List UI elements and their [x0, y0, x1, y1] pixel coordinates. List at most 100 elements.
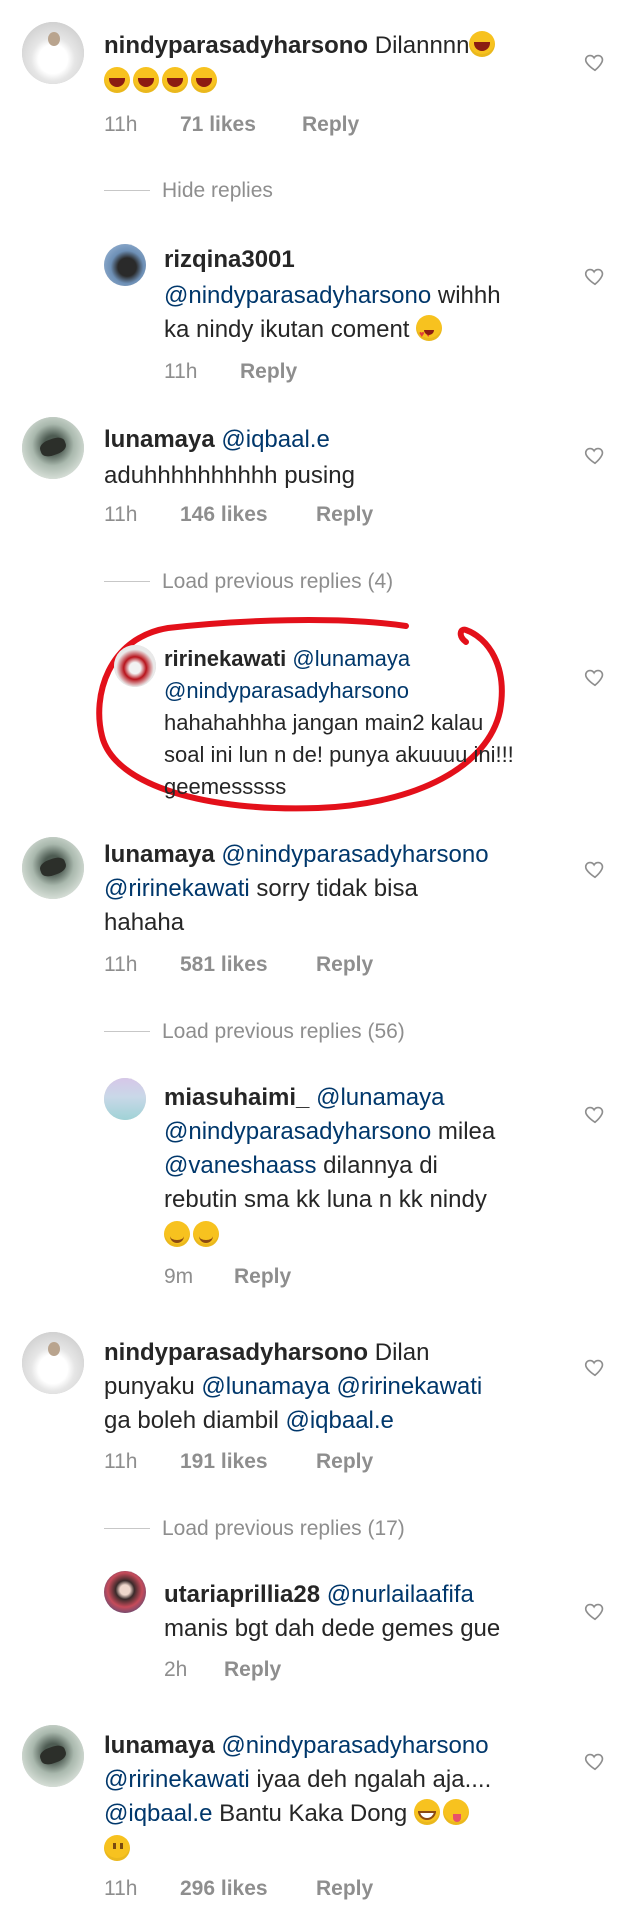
likes-count[interactable]: 146 likes — [180, 503, 268, 527]
thread-divider — [104, 1031, 150, 1032]
mention-link[interactable]: @nurlailaafifa — [327, 1581, 474, 1608]
comment-text: @nindyparasadyharsono milea — [164, 1116, 495, 1148]
comment-body: Bantu Kaka Dong — [219, 1800, 408, 1827]
avatar[interactable] — [104, 1571, 146, 1613]
mention-link[interactable]: @iqbaal.e — [285, 1407, 393, 1434]
comment-text: hahaha — [104, 907, 184, 939]
mention-link[interactable]: @ririnekawati — [104, 1766, 250, 1793]
mention-link[interactable]: @nindyparasadyharsono — [164, 678, 409, 703]
comment-body: dilannya di — [323, 1152, 438, 1179]
comment-body: punyaku — [104, 1373, 195, 1400]
avatar[interactable] — [22, 22, 84, 84]
comment-text: rebutin sma kk luna n kk nindy — [164, 1184, 487, 1216]
likes-count[interactable]: 581 likes — [180, 953, 268, 977]
username[interactable]: lunamaya — [104, 1732, 215, 1759]
load-previous-replies-button[interactable]: Load previous replies (56) — [162, 1020, 405, 1044]
reply-button[interactable]: Reply — [240, 360, 297, 384]
laughing-emoji-icon — [133, 67, 159, 93]
mention-link[interactable]: @ririnekawati — [104, 875, 250, 902]
heart-outline-icon[interactable] — [584, 265, 606, 287]
mention-link[interactable]: @vaneshaass — [164, 1152, 316, 1179]
username[interactable]: nindyparasadyharsono — [104, 32, 368, 59]
avatar[interactable] — [22, 837, 84, 899]
username[interactable]: utariaprillia28 — [164, 1581, 320, 1608]
avatar[interactable] — [104, 1078, 146, 1120]
mention-link[interactable]: @nindyparasadyharsono — [221, 841, 488, 868]
comment-body: Dilannnn — [374, 32, 470, 59]
comment-body: ga boleh diambil — [104, 1407, 279, 1434]
comment-text: miasuhaimi_ @lunamaya — [164, 1082, 445, 1114]
avatar[interactable] — [114, 645, 156, 687]
username[interactable]: miasuhaimi_ — [164, 1084, 309, 1111]
comment-text: @ririnekawati sorry tidak bisa — [104, 873, 418, 905]
laughing-emoji-icon — [469, 31, 496, 57]
emoji-row — [104, 66, 220, 98]
mention-link[interactable]: @iqbaal.e — [104, 1800, 212, 1827]
heart-outline-icon[interactable] — [584, 666, 606, 688]
comment-body: geemesssss — [164, 774, 287, 799]
comment-body: soal ini lun n de! punya akuuuu ini!!! — [164, 742, 514, 767]
mention-link[interactable]: @lunamaya — [201, 1373, 329, 1400]
reply-button[interactable]: Reply — [302, 113, 359, 137]
heart-outline-icon[interactable] — [584, 1103, 606, 1125]
heart-outline-icon[interactable] — [584, 1356, 606, 1378]
avatar[interactable] — [22, 417, 84, 479]
heart-outline-icon[interactable] — [584, 1750, 606, 1772]
reply-button[interactable]: Reply — [316, 953, 373, 977]
emoji-row — [164, 1220, 222, 1252]
laughing-emoji-icon — [191, 67, 217, 93]
username[interactable]: lunamaya — [104, 426, 215, 453]
reply-button[interactable]: Reply — [234, 1265, 291, 1289]
thread-divider — [104, 581, 150, 582]
laughing-emoji-icon — [162, 67, 188, 93]
heart-outline-icon[interactable] — [584, 444, 606, 466]
reply-button[interactable]: Reply — [316, 1450, 373, 1474]
comment-body: wihhh — [437, 282, 501, 309]
reply-button[interactable]: Reply — [224, 1658, 281, 1682]
comment-text: nindyparasadyharsono Dilannnn — [104, 30, 498, 62]
comment-body: milea — [437, 1118, 496, 1145]
heart-outline-icon[interactable] — [584, 858, 606, 880]
laughing-emoji-icon — [104, 67, 130, 93]
grinning-emoji-icon — [413, 1799, 440, 1825]
thread-divider — [104, 190, 150, 191]
avatar[interactable] — [22, 1725, 84, 1787]
reply-button[interactable]: Reply — [316, 503, 373, 527]
username[interactable]: ririnekawati — [164, 646, 286, 671]
comment-text: @iqbaal.e Bantu Kaka Dong — [104, 1798, 472, 1830]
comment-text: nindyparasadyharsono Dilan — [104, 1337, 429, 1369]
mention-link[interactable]: @nindyparasadyharsono — [164, 1118, 431, 1145]
mention-link[interactable]: @ririnekawati — [337, 1373, 483, 1400]
no-mouth-emoji-icon — [104, 1835, 130, 1861]
avatar[interactable] — [104, 244, 146, 286]
mention-link[interactable]: @iqbaal.e — [221, 426, 329, 453]
comment-text: hahahahhha jangan main2 kalau — [164, 708, 483, 738]
mention-link[interactable]: @lunamaya — [316, 1084, 444, 1111]
username[interactable]: lunamaya — [104, 841, 215, 868]
likes-count[interactable]: 71 likes — [180, 113, 256, 137]
comment-text: geemesssss — [164, 772, 286, 802]
comment-text: ka nindy ikutan coment — [164, 314, 445, 350]
username[interactable]: nindyparasadyharsono — [104, 1339, 368, 1366]
comment-text: punyaku @lunamaya @ririnekawati — [104, 1371, 482, 1403]
likes-count[interactable]: 191 likes — [180, 1450, 268, 1474]
load-previous-replies-button[interactable]: Load previous replies (4) — [162, 570, 393, 594]
reply-button[interactable]: Reply — [316, 1877, 373, 1901]
comment-text: lunamaya @nindyparasadyharsono — [104, 1730, 489, 1762]
heart-outline-icon[interactable] — [584, 1600, 606, 1622]
likes-count[interactable]: 296 likes — [180, 1877, 268, 1901]
comment-time: 11h — [104, 1450, 138, 1473]
avatar[interactable] — [22, 1332, 84, 1394]
heart-eyes-emoji-icon — [416, 315, 443, 350]
mention-link[interactable]: @nindyparasadyharsono — [221, 1732, 488, 1759]
hide-replies-button[interactable]: Hide replies — [162, 179, 273, 203]
username[interactable]: rizqina3001 — [164, 246, 295, 273]
mention-link[interactable]: @lunamaya — [292, 646, 410, 671]
mention-link[interactable]: @nindyparasadyharsono — [164, 282, 431, 309]
load-previous-replies-button[interactable]: Load previous replies (17) — [162, 1517, 405, 1541]
comment-body: manis bgt dah dede gemes gue — [164, 1615, 501, 1642]
heart-outline-icon[interactable] — [584, 51, 606, 73]
comment-text: @ririnekawati iyaa deh ngalah aja.... — [104, 1764, 491, 1796]
thread-divider — [104, 1528, 150, 1529]
comment-body: aduhhhhhhhhhh pusing — [104, 462, 355, 489]
